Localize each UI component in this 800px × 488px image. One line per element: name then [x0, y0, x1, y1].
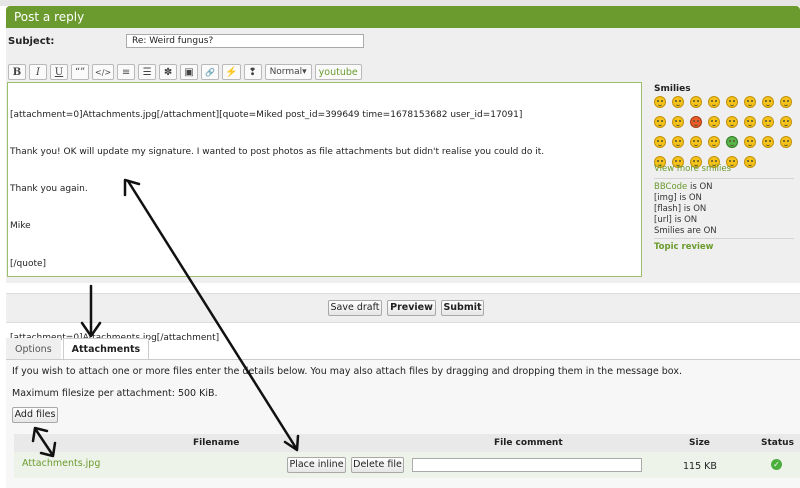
editor-line-text: Mike: [10, 221, 31, 232]
smilies-status: Smilies are ON: [654, 226, 717, 236]
editor-tabs: Options Attachments: [6, 338, 151, 360]
img-status: [img] is ON: [654, 193, 702, 203]
check-circle-icon: ✓: [771, 459, 782, 470]
smiley-grin-icon[interactable]: [654, 96, 666, 108]
color-icon[interactable]: ❢: [243, 64, 262, 80]
bold-button[interactable]: B: [8, 64, 26, 80]
smiley-idea-icon[interactable]: [672, 136, 684, 148]
tab-options[interactable]: Options: [6, 338, 61, 360]
smiley-razz-icon[interactable]: [708, 116, 720, 128]
smiley-arrow-icon[interactable]: [690, 136, 702, 148]
smiley-shocked-icon[interactable]: [744, 96, 756, 108]
save-draft-button[interactable]: Save draft: [328, 300, 382, 316]
sidebar-divider: [654, 178, 794, 179]
list-icon[interactable]: ≡: [117, 64, 136, 80]
editor-line-text: [/quote]: [10, 258, 47, 269]
youtube-button[interactable]: youtube: [314, 64, 362, 80]
font-size-value: Normal: [269, 67, 303, 77]
chevron-down-icon: ▾: [302, 67, 307, 77]
underline-button[interactable]: U: [50, 64, 68, 80]
bbcode-link[interactable]: BBCode: [654, 182, 687, 192]
post-reply-header: Post a reply: [6, 6, 800, 28]
editor-line: [attachment=0]Attachments.jpg[/attachmen…: [10, 109, 639, 121]
tab-attachments[interactable]: Attachments: [62, 338, 150, 360]
place-inline-button[interactable]: Place inline: [287, 457, 346, 473]
image-icon[interactable]: ▣: [180, 64, 199, 80]
editor-line: Thank you! OK will update my signature. …: [10, 146, 639, 158]
smiley-confused-icon[interactable]: [762, 96, 774, 108]
editor-line: [/quote]: [10, 258, 639, 270]
submit-button[interactable]: Submit: [441, 300, 484, 316]
code-icon[interactable]: </>: [92, 64, 115, 80]
bbcode-state: is ON: [687, 182, 713, 192]
column-size: Size: [689, 438, 710, 448]
smiley-smile-icon[interactable]: [672, 96, 684, 108]
flash-status: [flash] is ON: [654, 204, 707, 214]
sidebar-divider: [654, 238, 794, 239]
column-file-comment: File comment: [494, 438, 563, 448]
smiley-neutral-icon[interactable]: [708, 136, 720, 148]
delete-file-button[interactable]: Delete file: [351, 457, 404, 473]
smiley-cool-icon[interactable]: [780, 96, 792, 108]
editor-line-text: Thank you again.: [10, 184, 88, 195]
view-more-smilies-link[interactable]: View more smilies: [654, 164, 731, 174]
add-files-button[interactable]: Add files: [12, 407, 58, 423]
smilies-title: Smilies: [654, 84, 691, 94]
flash-icon[interactable]: ⚡: [222, 64, 241, 80]
column-status: Status: [761, 438, 794, 448]
italic-button[interactable]: I: [29, 64, 47, 80]
file-comment-input[interactable]: [412, 458, 642, 472]
file-size: 115 KB: [683, 461, 717, 472]
bbcode-toolbar: B I U “” </> ≡ ☰ ✽ ▣ 🔗 ⚡ ❢ Normal ▾ yout…: [8, 64, 362, 80]
smiley-cry-icon[interactable]: [744, 116, 756, 128]
topic-review-link[interactable]: Topic review: [654, 242, 714, 252]
smiley-question-icon[interactable]: [654, 136, 666, 148]
smiley-exclaim-2-icon[interactable]: [744, 156, 756, 168]
attachments-table-header: Filename File comment Size Status: [14, 434, 800, 452]
smiley-exclaim-icon[interactable]: [780, 116, 792, 128]
smiley-green-icon[interactable]: [726, 136, 738, 148]
bbcode-status: BBCode is ON [img] is ON [flash] is ON […: [654, 182, 717, 237]
smiley-wink-icon[interactable]: [690, 96, 702, 108]
list-item-icon[interactable]: ✽: [159, 64, 178, 80]
link-icon[interactable]: 🔗: [201, 64, 220, 80]
smiley-embarrassed-icon[interactable]: [726, 116, 738, 128]
attachments-help-text: If you wish to attach one or more files …: [12, 366, 682, 377]
smiley-angry-icon[interactable]: [690, 116, 702, 128]
smiley-mad-icon[interactable]: [672, 116, 684, 128]
bbcode-status-line: BBCode is ON: [654, 182, 717, 193]
editor-line-text: [attachment=0]Attachments.jpg[/attachmen…: [10, 109, 523, 120]
smiley-laughing-icon[interactable]: [654, 116, 666, 128]
preview-button[interactable]: Preview: [387, 300, 436, 316]
column-filename: Filename: [193, 438, 240, 448]
url-status: [url] is ON: [654, 215, 698, 225]
editor-line: Thank you again.: [10, 183, 639, 195]
smiley-evil-icon[interactable]: [762, 116, 774, 128]
smiley-sad-icon[interactable]: [708, 96, 720, 108]
quote-icon[interactable]: “”: [71, 64, 89, 80]
message-textarea[interactable]: [attachment=0]Attachments.jpg[/attachmen…: [7, 82, 642, 343]
smilies-grid: [654, 96, 800, 168]
subject-input[interactable]: Re: Weird fungus?: [126, 34, 364, 48]
font-size-select[interactable]: Normal ▾: [264, 64, 312, 80]
ordered-list-icon[interactable]: ☰: [138, 64, 157, 80]
smiley-uber-geek-icon[interactable]: [762, 136, 774, 148]
smiley-geek-icon[interactable]: [744, 136, 756, 148]
subject-label: Subject:: [8, 36, 55, 47]
editor-line: Mike: [10, 220, 639, 232]
max-filesize-text: Maximum filesize per attachment: 500 KiB…: [12, 388, 218, 399]
editor-line-text: Thank you! OK will update my signature. …: [10, 147, 545, 158]
smiley-surprised-icon[interactable]: [726, 96, 738, 108]
attachment-filename-link[interactable]: Attachments.jpg: [22, 458, 100, 469]
smiley-rolleyes-icon[interactable]: [780, 136, 792, 148]
